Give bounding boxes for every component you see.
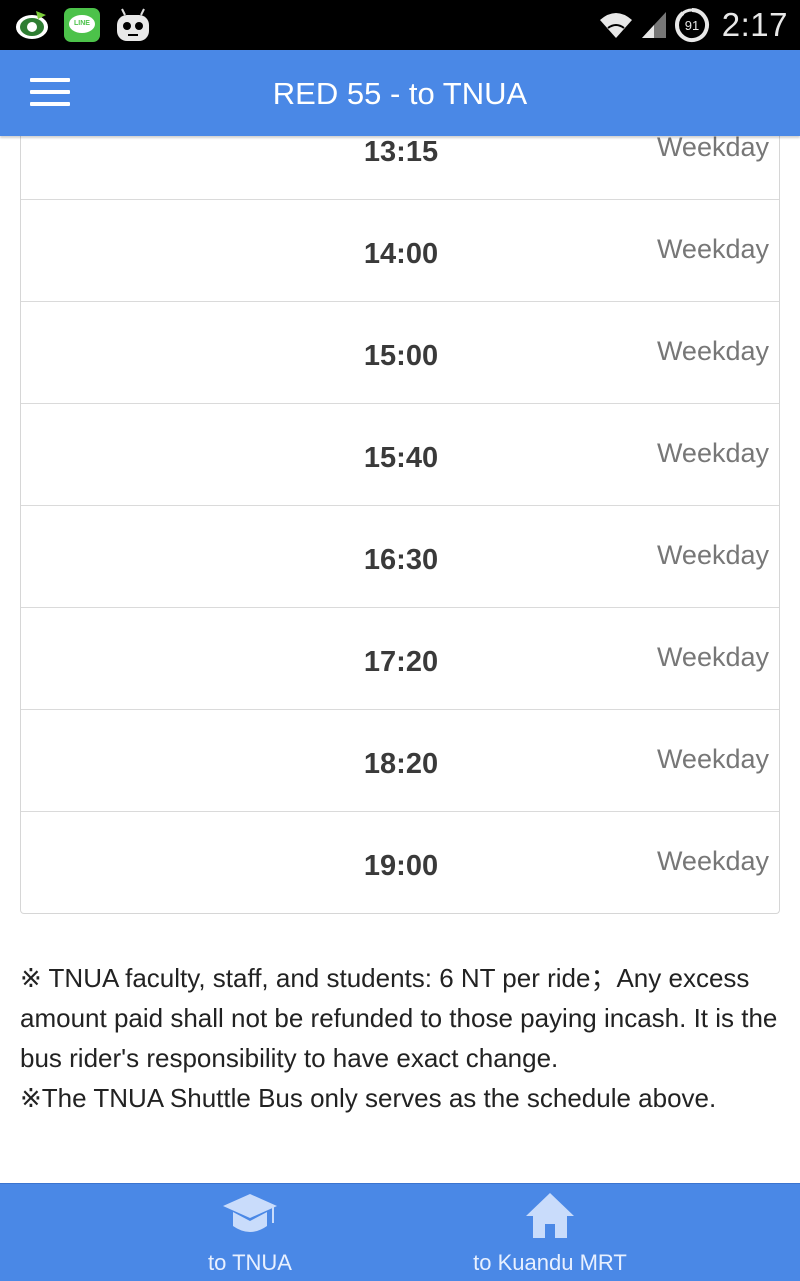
schedule-row[interactable]: 18:20 Weekday [21,710,779,812]
schedule-row[interactable]: 17:20 Weekday [21,608,779,710]
fare-notes: ※ TNUA faculty, staff, and students: 6 N… [20,958,790,1118]
status-bar: LINE 91 2:17 [0,0,800,50]
system-status: 91 2:17 [598,0,788,50]
nav-to-kuandu-mrt[interactable]: to Kuandu MRT [430,1184,670,1281]
wifi-icon [599,13,632,38]
schedule-row[interactable]: 19:00 Weekday [21,812,779,913]
day-type: Weekday [656,336,769,366]
svg-text:91: 91 [685,18,699,33]
hamburger-menu-icon[interactable] [30,78,74,108]
day-type: Weekday [656,642,769,672]
notification-icons: LINE [14,6,152,44]
line-app-icon: LINE [64,8,100,42]
day-type: Weekday [656,234,769,264]
schedule-row[interactable]: 16:30 Weekday [21,506,779,608]
green-app-notification-icon [16,11,48,39]
schedule-note: ※The TNUA Shuttle Bus only serves as the… [20,1083,717,1113]
schedule-row[interactable]: 15:40 Weekday [21,404,779,506]
battery-percent-icon: 91 [674,8,709,42]
nav-to-tnua[interactable]: to TNUA [130,1184,370,1281]
schedule-row[interactable]: 14:00 Weekday [21,200,779,302]
nav-label: to TNUA [208,1250,292,1275]
day-type: Weekday [656,846,769,876]
day-type: Weekday [656,744,769,774]
day-type: Weekday [656,438,769,468]
day-type: Weekday [656,540,769,570]
app-bar: RED 55 - to TNUA [0,50,800,136]
nav-label: to Kuandu MRT [473,1250,627,1275]
schedule-row[interactable]: 15:00 Weekday [21,302,779,404]
day-type: Weekday [656,132,769,162]
home-icon [526,1193,574,1238]
page-title: RED 55 - to TNUA [272,76,528,111]
schedule-list: 13:15 Weekday 14:00 Weekday 15:00 Weekda… [20,98,780,914]
android-robot-icon [117,8,149,41]
cell-signal-icon [641,12,666,38]
bottom-navigation: to TNUA to Kuandu MRT [0,1183,800,1281]
graduation-cap-icon [223,1194,277,1232]
clock: 2:17 [721,6,788,43]
fare-note: ※ TNUA faculty, staff, and students: 6 N… [20,963,778,1073]
